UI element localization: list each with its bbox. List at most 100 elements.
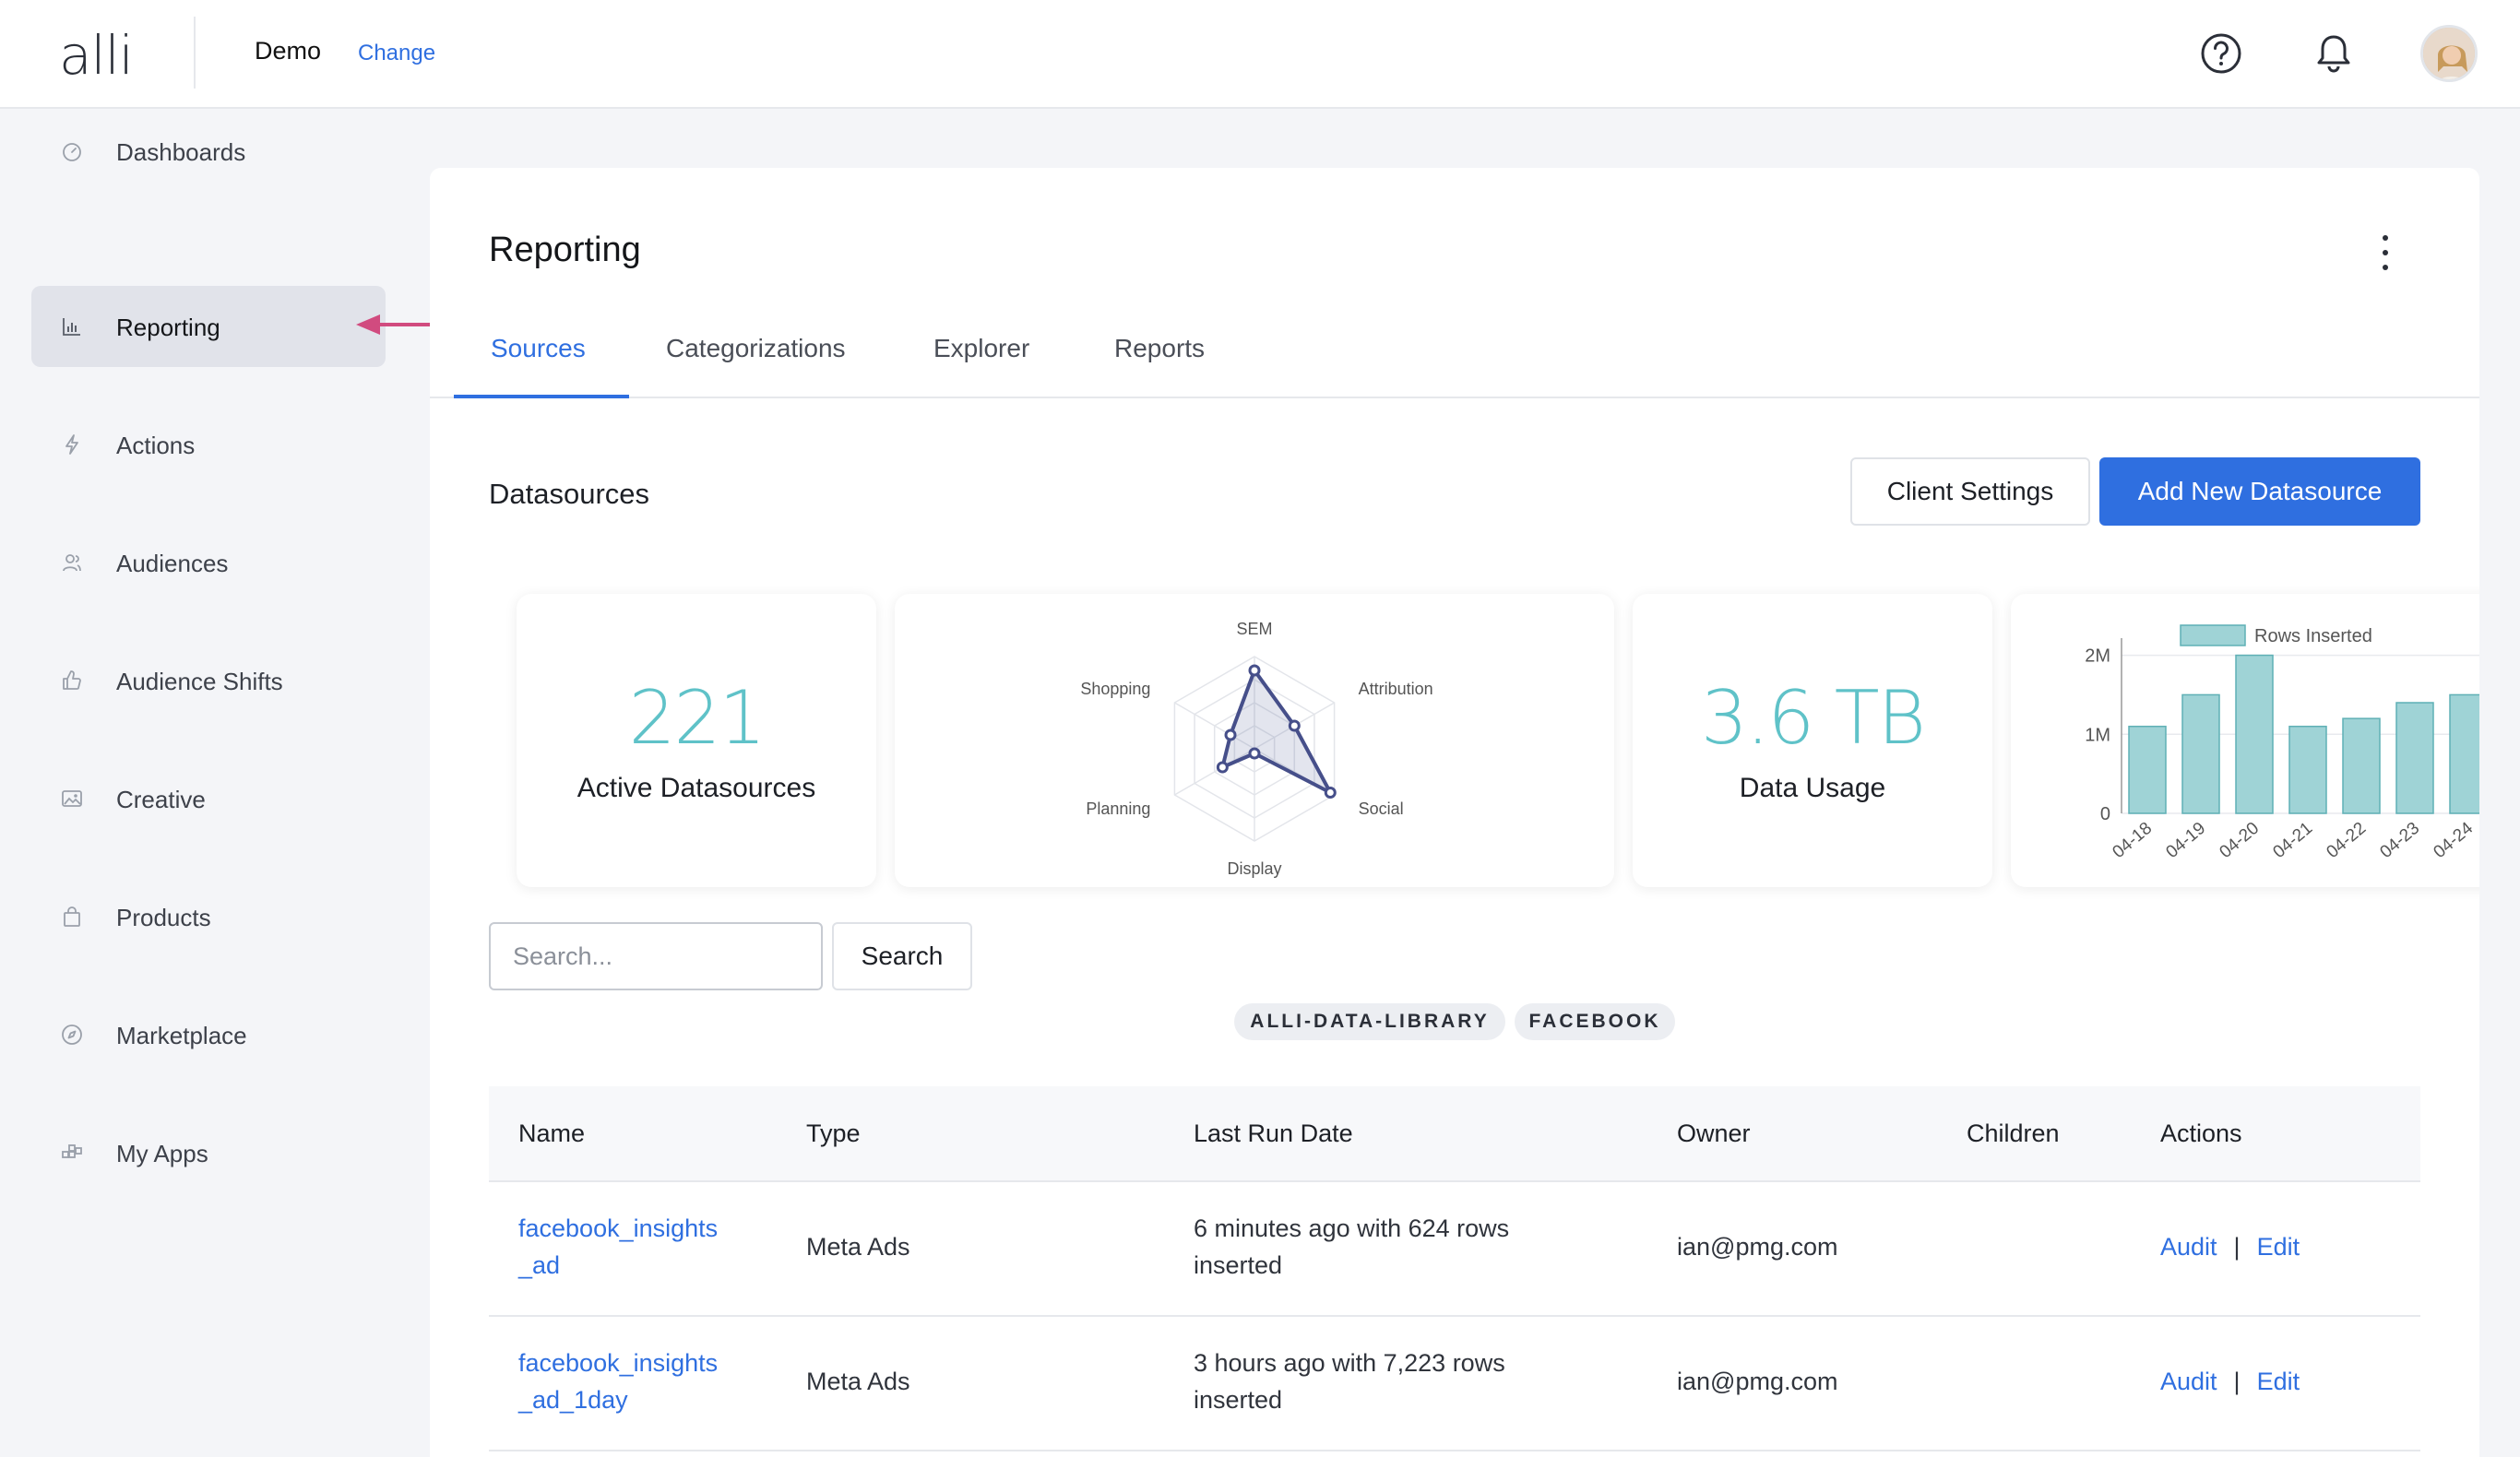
audit-link[interactable]: Audit	[2160, 1233, 2217, 1261]
bar-x-tick-label: 04-23	[2376, 819, 2423, 862]
bar-rows-inserted	[2449, 693, 2479, 814]
sidebar-item-my-apps[interactable]: My Apps	[31, 1112, 386, 1193]
last-run-date: 3 hours ago with 7,223 rows inserted	[1194, 1344, 1505, 1418]
radar-chart-card: SEM Attribution Social Display Planning Shopp…	[895, 594, 1614, 887]
tab-sources[interactable]: Sources	[491, 334, 586, 363]
column-header-name[interactable]: Name	[518, 1119, 585, 1148]
filter-chip-alli-data-library[interactable]: ALLI-DATA-LIBRARY	[1234, 1003, 1505, 1040]
image-icon	[62, 790, 82, 807]
sidebar-item-label: Reporting	[116, 314, 220, 341]
bar-chart: 0 1M 2M 04-18 04-19 04-20 04-21 04-22 04-23 04-24…	[2085, 624, 2479, 862]
column-header-children[interactable]: Children	[1967, 1119, 2060, 1148]
rows-inserted-chart-card: 0 1M 2M 04-18 04-19 04-20 04-21 04-22 04-23 04-24…	[2011, 594, 2479, 887]
bar-rows-inserted	[2342, 717, 2381, 814]
datasource-type: Meta Ads	[806, 1368, 910, 1395]
client-name: Demo	[255, 37, 322, 65]
bell-icon[interactable]	[2308, 28, 2360, 79]
apps-icon	[62, 1144, 82, 1158]
row-actions: Audit | Edit	[2160, 1363, 2300, 1400]
search-button[interactable]: Search	[832, 922, 972, 990]
sidebar-item-label: Creative	[116, 786, 206, 813]
sidebar-item-label: Actions	[116, 432, 196, 459]
thumbs-up-icon	[63, 670, 81, 690]
column-header-type[interactable]: Type	[806, 1119, 861, 1148]
last-run-line: inserted	[1194, 1251, 1283, 1279]
column-header-owner[interactable]: Owner	[1677, 1119, 1751, 1148]
add-new-datasource-button[interactable]: Add New Datasource	[2099, 457, 2420, 526]
tab-reports[interactable]: Reports	[1114, 334, 1205, 363]
datasource-name-link[interactable]: facebook_insights _ad	[518, 1210, 718, 1284]
client-settings-button[interactable]: Client Settings	[1850, 457, 2090, 526]
bar-x-tick-label: 04-22	[2323, 819, 2370, 862]
section-title: Datasources	[489, 478, 650, 510]
active-datasources-value: 221	[628, 675, 767, 761]
datasource-type: Meta Ads	[806, 1233, 910, 1261]
edit-link[interactable]: Edit	[2257, 1368, 2300, 1395]
active-tab-indicator	[454, 395, 629, 398]
column-header-actions: Actions	[2160, 1119, 2242, 1147]
last-run-line: 6 minutes ago with 624 rows	[1194, 1214, 1510, 1242]
alli-logo[interactable]: alli	[59, 24, 134, 87]
radar-axis-label: Social	[1359, 800, 1404, 818]
sidebar-item-label: My Apps	[116, 1140, 208, 1167]
avatar-image	[2423, 28, 2475, 79]
sidebar-item-audience-shifts[interactable]: Audience Shifts	[31, 640, 386, 721]
main-panel: Reporting Sources Categorizations Explor…	[430, 168, 2479, 1457]
radar-axis-label: Attribution	[1359, 680, 1433, 698]
edit-link[interactable]: Edit	[2257, 1233, 2300, 1261]
bar-y-tick-label: 1M	[2085, 725, 2110, 745]
last-run-date: 6 minutes ago with 624 rows inserted	[1194, 1210, 1509, 1284]
user-avatar[interactable]	[2420, 25, 2478, 82]
datasource-name-link[interactable]: facebook_insights _ad_1day	[518, 1344, 718, 1418]
bar-rows-inserted	[2395, 702, 2434, 814]
lightning-icon	[65, 434, 78, 455]
page-title: Reporting	[489, 231, 641, 269]
radar-chart: SEM Attribution Social Display Planning Shopp…	[1080, 620, 1433, 878]
search-input[interactable]	[489, 922, 823, 990]
radar-axis-label: Display	[1227, 859, 1281, 878]
sidebar-item-label: Audience Shifts	[116, 668, 283, 695]
bar-rows-inserted	[2181, 693, 2220, 814]
last-run-line: inserted	[1194, 1386, 1283, 1414]
tab-explorer[interactable]: Explorer	[933, 334, 1029, 363]
radar-data-point	[1248, 664, 1261, 677]
active-datasources-card: 221 Active Datasources	[517, 594, 876, 887]
sidebar-item-creative[interactable]: Creative	[31, 758, 386, 839]
datasource-name-line: _ad	[518, 1251, 561, 1279]
radar-data-point	[1248, 747, 1261, 760]
sidebar-item-actions[interactable]: Actions	[31, 404, 386, 485]
tab-categorizations[interactable]: Categorizations	[666, 334, 846, 363]
bar-y-tick-label: 2M	[2085, 646, 2110, 667]
data-usage-label: Data Usage	[1739, 773, 1886, 803]
help-icon[interactable]	[2195, 28, 2247, 79]
table-row: facebook_insights _ad Meta Ads 6 minutes…	[489, 1182, 2420, 1317]
radar-axis-label: Shopping	[1080, 680, 1150, 698]
more-options-icon[interactable]	[2378, 232, 2393, 273]
sidebar-item-dashboards[interactable]: Dashboards	[31, 111, 386, 192]
row-actions: Audit | Edit	[2160, 1228, 2300, 1265]
sidebar-item-label: Products	[116, 904, 211, 931]
sidebar-item-marketplace[interactable]: Marketplace	[31, 994, 386, 1075]
bar-y-tick-label: 0	[2100, 804, 2110, 824]
legend-swatch	[2180, 624, 2246, 646]
sidebar-item-label: Marketplace	[116, 1022, 247, 1049]
radar-data-point	[1224, 728, 1237, 741]
radar-axis-label: SEM	[1236, 620, 1272, 638]
change-client-link[interactable]: Change	[358, 41, 435, 66]
sidebar-item-reporting[interactable]: Reporting	[31, 286, 386, 367]
sidebar-item-audiences[interactable]: Audiences	[31, 522, 386, 603]
action-separator: |	[2233, 1233, 2241, 1261]
sidebar-item-products[interactable]: Products	[31, 876, 386, 957]
tab-bar: Sources Categorizations Explorer Reports	[430, 306, 2479, 398]
bar-chart-icon	[63, 318, 80, 336]
users-icon	[63, 554, 81, 572]
datasource-name-line: _ad_1day	[518, 1386, 628, 1414]
column-header-last-run-date[interactable]: Last Run Date	[1194, 1119, 1353, 1148]
gauge-icon	[63, 143, 81, 161]
data-usage-card: 3.6 TB Data Usage	[1633, 594, 1992, 887]
audit-link[interactable]: Audit	[2160, 1368, 2217, 1395]
radar-axis-label: Planning	[1086, 800, 1150, 818]
table-header: Name Type Last Run Date Owner Children A…	[489, 1086, 2420, 1182]
filter-chip-facebook[interactable]: FACEBOOK	[1515, 1003, 1675, 1040]
owner-email: ian@pmg.com	[1677, 1233, 1838, 1261]
